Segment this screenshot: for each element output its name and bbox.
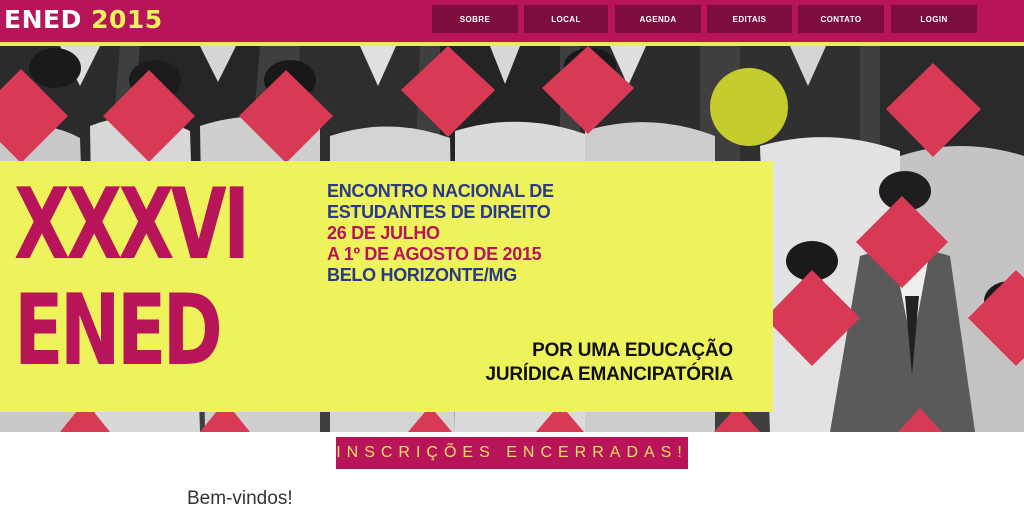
title-xxxvi: XXXVI	[14, 168, 250, 282]
logo-year: 2015	[91, 5, 163, 34]
event-info: ENCONTRO NACIONAL DE ESTUDANTES DE DIREI…	[327, 181, 554, 286]
event-date-line2: A 1º DE AGOSTO DE 2015	[327, 244, 542, 264]
event-name-line2: ESTUDANTES DE DIREITO	[327, 202, 551, 222]
tagline-line1: POR UMA EDUCAÇÃO	[532, 340, 733, 361]
site-logo[interactable]: ENED 2015	[4, 4, 163, 36]
title-ened: ENED	[14, 274, 223, 388]
nav-agenda[interactable]: AGENDA	[615, 5, 701, 33]
nav-contato[interactable]: CONTATO	[798, 5, 884, 33]
logo-text: ENED	[4, 5, 82, 34]
tagline-line2: JURÍDICA EMANCIPATÓRIA	[485, 364, 733, 385]
nav-local[interactable]: LOCAL	[524, 5, 608, 33]
lime-circle	[710, 68, 788, 146]
event-name-line1: ENCONTRO NACIONAL DE	[327, 181, 554, 201]
event-date-line1: 26 DE JULHO	[327, 223, 440, 243]
nav-login[interactable]: LOGIN	[891, 5, 977, 33]
registration-closed-banner[interactable]: INSCRIÇÕES ENCERRADAS!	[336, 437, 688, 469]
event-title-panel: XXXVI ENED ENCONTRO NACIONAL DE ESTUDANT…	[0, 161, 773, 412]
nav-sobre[interactable]: SOBRE	[432, 5, 518, 33]
event-location: BELO HORIZONTE/MG	[327, 265, 517, 285]
event-tagline: POR UMA EDUCAÇÃO JURÍDICA EMANCIPATÓRIA	[485, 339, 733, 387]
top-bar: ENED 2015 SOBRE LOCAL AGENDA EDITAIS CON…	[0, 0, 1024, 46]
nav-editais[interactable]: EDITAIS	[707, 5, 792, 33]
welcome-heading: Bem-vindos!	[187, 488, 293, 509]
